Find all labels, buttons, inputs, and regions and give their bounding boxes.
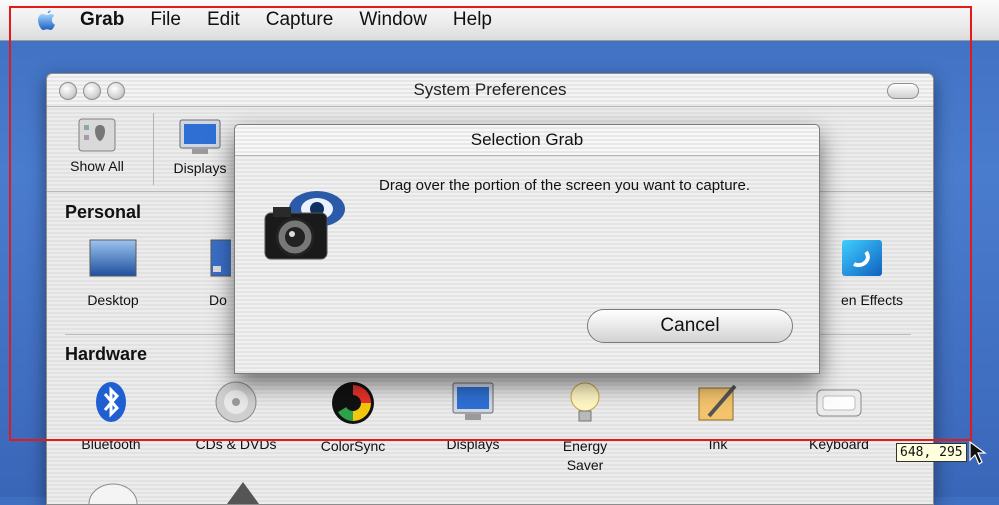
pref-keyboard-label: Keyboard <box>809 436 869 452</box>
toolbar-show-all[interactable]: Show All <box>59 117 135 174</box>
pref-screen-effects-label: en Effects <box>840 292 903 308</box>
selection-grab-dialog: Selection Grab Drag over the portion of … <box>234 124 820 374</box>
menu-edit[interactable]: Edit <box>207 9 240 31</box>
displays-label: Displays <box>173 160 227 176</box>
menu-bar: Grab File Edit Capture Window Help <box>0 0 999 41</box>
display-monitor-icon <box>179 119 221 154</box>
pref-desktop[interactable]: Desktop <box>67 236 159 310</box>
window-title: System Preferences <box>413 80 567 99</box>
dock-icon <box>210 239 235 277</box>
pref-colorsync-label: ColorSync <box>320 438 386 454</box>
pref-displays-label: Displays <box>446 436 500 452</box>
toolbar-toggle-button[interactable] <box>887 83 919 99</box>
pref-colorsync[interactable]: ColorSync <box>301 380 405 456</box>
pref-cds-dvds-label: CDs & DVDs <box>195 436 277 452</box>
cd-dvd-icon <box>215 381 257 423</box>
pref-ink[interactable]: Ink <box>669 380 767 454</box>
speaker-icon <box>227 482 259 504</box>
pref-bluetooth-label: Bluetooth <box>81 436 141 452</box>
show-all-icon <box>78 118 116 152</box>
cancel-button[interactable]: Cancel <box>587 309 793 343</box>
bluetooth-icon <box>96 382 126 422</box>
pref-screen-effects[interactable]: en Effects <box>807 236 903 310</box>
pref-bluetooth[interactable]: Bluetooth <box>61 380 161 454</box>
keyboard-icon <box>816 389 862 417</box>
arrow-cursor-icon <box>969 440 987 465</box>
section-hardware-label: Hardware <box>65 344 148 364</box>
dialog-title: Selection Grab <box>470 130 584 149</box>
pref-displays[interactable]: Displays <box>421 380 525 454</box>
pref-dock[interactable]: Do <box>197 236 235 310</box>
colorsync-icon <box>332 382 374 424</box>
menu-app-grab[interactable]: Grab <box>80 9 124 31</box>
grab-camera-icon <box>264 191 345 260</box>
menu-help[interactable]: Help <box>453 9 492 31</box>
menu-window[interactable]: Window <box>359 9 427 31</box>
dialog-titlebar[interactable]: Selection Grab <box>235 125 819 156</box>
ink-pen-icon <box>698 384 737 421</box>
section-personal-label: Personal <box>65 202 142 222</box>
show-all-label: Show All <box>70 158 124 174</box>
screen-effects-icon <box>842 240 882 276</box>
menu-file[interactable]: File <box>150 9 181 31</box>
toolbar-displays[interactable]: Displays <box>165 117 235 176</box>
mouse-icon <box>88 483 138 504</box>
pref-energy-saver[interactable]: Energy Saver <box>549 380 621 475</box>
coordinate-readout: 648, 295 <box>896 443 967 462</box>
desktop-icon <box>89 239 137 277</box>
window-titlebar[interactable]: System Preferences <box>47 74 933 107</box>
pref-keyboard[interactable]: Keyboard <box>787 380 891 454</box>
light-bulb-icon <box>570 382 600 422</box>
pref-dock-label: Do <box>209 292 227 308</box>
toolbar-separator <box>153 113 154 185</box>
pref-energy-saver-label: Energy Saver <box>562 438 608 473</box>
dialog-message: Drag over the portion of the screen you … <box>379 177 751 194</box>
apple-menu-icon[interactable] <box>36 8 58 32</box>
display-monitor-icon <box>452 382 494 420</box>
pref-desktop-label: Desktop <box>87 292 139 308</box>
pref-cds-dvds[interactable]: CDs & DVDs <box>181 380 291 454</box>
pref-ink-label: Ink <box>708 436 728 452</box>
menu-capture[interactable]: Capture <box>266 9 334 31</box>
